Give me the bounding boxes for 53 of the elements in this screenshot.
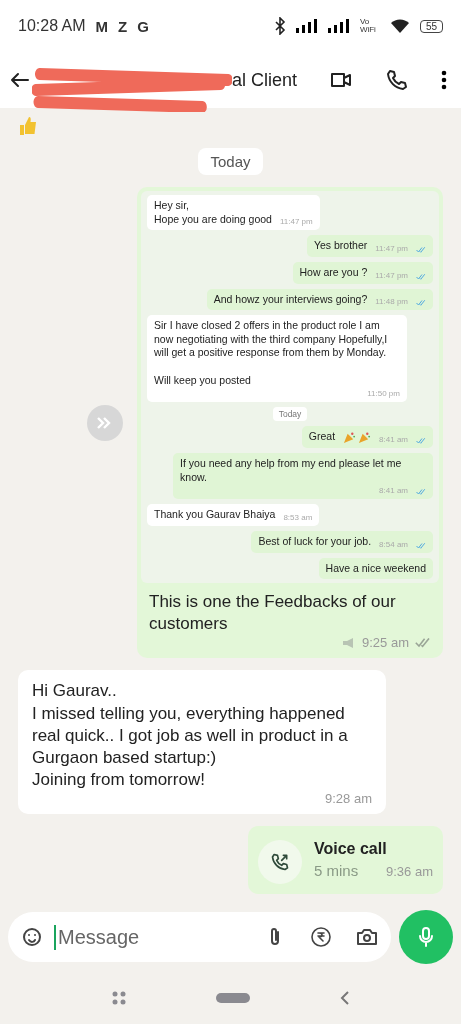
message-text: Great [308, 430, 336, 445]
message-text: Best of luck for your job. [258, 534, 372, 549]
message-time: 8:41 am [379, 435, 408, 445]
sticker-icon[interactable] [20, 925, 44, 949]
outgoing-call-icon[interactable] [270, 851, 290, 872]
message-text: Hey sir, Hope you are doing good [154, 199, 272, 227]
call-duration: 5 mins [314, 861, 359, 879]
status-time: 10:28 AM [18, 17, 86, 35]
message-time: 11:48 pm [375, 297, 408, 307]
caption-text: This is one the Feedbacks of our customers [148, 591, 397, 636]
message-text: And howz your interviews going? [213, 292, 368, 307]
wifi-icon [389, 18, 410, 34]
message-text: Thank you Gaurav Bhaiya [154, 508, 276, 522]
message-time: 11:47 pm [279, 217, 313, 227]
party-popper-icon [343, 431, 357, 445]
message-text: Hi Gaurav.. I missed telling you, everything happened real quick.. I got job as well in product in a Gurgaon based startup:) Joining from tomorrow! [32, 680, 349, 791]
notification-letter: G [137, 17, 149, 35]
message-text: How are you ? [299, 265, 368, 280]
message-time: 11:47 pm [375, 270, 408, 280]
message-time: 9:28 am [325, 790, 372, 806]
message-time: 9:36 am [386, 863, 433, 879]
date-chip: Today [198, 148, 263, 175]
message-time: 9:25 am [362, 635, 409, 651]
message-field[interactable]: Message [8, 912, 391, 962]
message-text: Yes brother [313, 239, 368, 253]
message-text: If you need any help from my end please let me know. [180, 457, 403, 485]
message-input[interactable]: Message [54, 924, 253, 950]
back-icon[interactable] [339, 990, 350, 1006]
message-time: 8:41 am [379, 486, 408, 496]
more-options-icon[interactable] [441, 70, 447, 90]
home-button[interactable] [215, 993, 250, 1003]
voice-call-bubble[interactable]: Voice call 5 mins 9:36 am [248, 825, 443, 894]
date-chip: Today [272, 407, 308, 422]
signal-icon [327, 19, 350, 33]
megaphone-icon [342, 636, 356, 649]
rupee-icon[interactable] [309, 925, 333, 949]
thumbs-up-icon [18, 116, 38, 136]
phone-icon[interactable] [385, 68, 409, 92]
notification-letter: M [95, 17, 109, 35]
message-time: 8:53 am [283, 512, 313, 522]
party-popper-icon [358, 431, 372, 445]
signal-icon [295, 19, 318, 33]
call-title: Voice call [314, 839, 388, 858]
bluetooth-icon [273, 17, 286, 35]
battery-level: 55 [419, 19, 443, 33]
message-text: Sir I have closed 2 offers in the product role I am now negotiating with the third company Hopefully,I will get a positive response from them by Monday. Will keep you posted [154, 319, 389, 388]
message-time: 11:50 pm [367, 389, 400, 399]
message-text: Have a nice weekend [325, 561, 426, 576]
message-time: 8:54 am [379, 539, 408, 549]
vowifi-label: Vo WiFi [359, 18, 377, 34]
message-time: 11:47 pm [375, 243, 408, 253]
notification-letter: Z [118, 17, 128, 35]
recent-apps-icon[interactable] [111, 991, 126, 1005]
